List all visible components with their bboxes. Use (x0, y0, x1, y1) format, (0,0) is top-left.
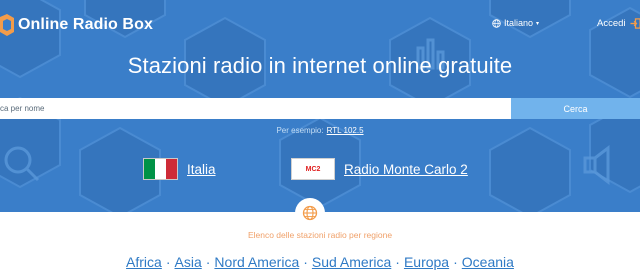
top-navigation-bar: Online Radio Box Italiano ▾ Accedi (0, 0, 640, 48)
language-label: Italiano (504, 18, 534, 28)
italy-flag-icon (143, 158, 178, 180)
regions-heading: Elenco delle stazioni radio per regione (247, 230, 393, 240)
search-example: Per esempio: RTL 102.5 (0, 126, 640, 135)
language-selector[interactable]: Italiano ▾ (492, 18, 539, 28)
hero-section: Online Radio Box Italiano ▾ Accedi Stazi… (0, 0, 640, 212)
region-link-nord-america[interactable]: Nord America (214, 254, 299, 270)
regions-globe-badge (295, 198, 325, 228)
brand-logo[interactable]: Online Radio Box (0, 14, 153, 36)
example-prefix: Per esempio: (276, 126, 324, 135)
login-arrow-icon (629, 18, 640, 29)
station-link[interactable]: Radio Monte Carlo 2 (344, 162, 468, 177)
separator: · (395, 254, 400, 270)
globe-icon (492, 18, 501, 28)
station-logo: MC2 (291, 158, 335, 180)
hexagon-logo-icon (0, 14, 14, 36)
search-button[interactable]: Cerca (511, 98, 640, 119)
login-button[interactable]: Accedi (597, 18, 640, 29)
station-logo-text: MC2 (305, 165, 321, 173)
page-title: Stazioni radio in internet online gratui… (127, 53, 513, 78)
separator: · (205, 254, 211, 270)
separator: · (453, 254, 458, 270)
region-link-europa[interactable]: Europa (404, 254, 449, 270)
globe-icon (302, 205, 318, 221)
example-link[interactable]: RTL 102.5 (327, 126, 364, 135)
region-link-africa[interactable]: Africa (126, 254, 162, 270)
login-label: Accedi (597, 18, 626, 29)
separator: · (165, 254, 171, 270)
region-link-sud-america[interactable]: Sud America (312, 254, 391, 270)
country-selector[interactable]: Italia (143, 158, 216, 180)
chevron-down-icon: ▾ (536, 20, 540, 27)
featured-station[interactable]: MC2 Radio Monte Carlo 2 (291, 158, 468, 180)
region-link-asia[interactable]: Asia (175, 254, 202, 270)
station-search-input[interactable] (0, 98, 511, 119)
brand-name: Online Radio Box (18, 16, 153, 33)
country-link[interactable]: Italia (187, 162, 216, 177)
region-link-oceania[interactable]: Oceania (462, 254, 514, 270)
separator: · (303, 254, 308, 270)
regions-list: Africa · Asia · Nord America · Sud America · Eur… (0, 254, 640, 270)
